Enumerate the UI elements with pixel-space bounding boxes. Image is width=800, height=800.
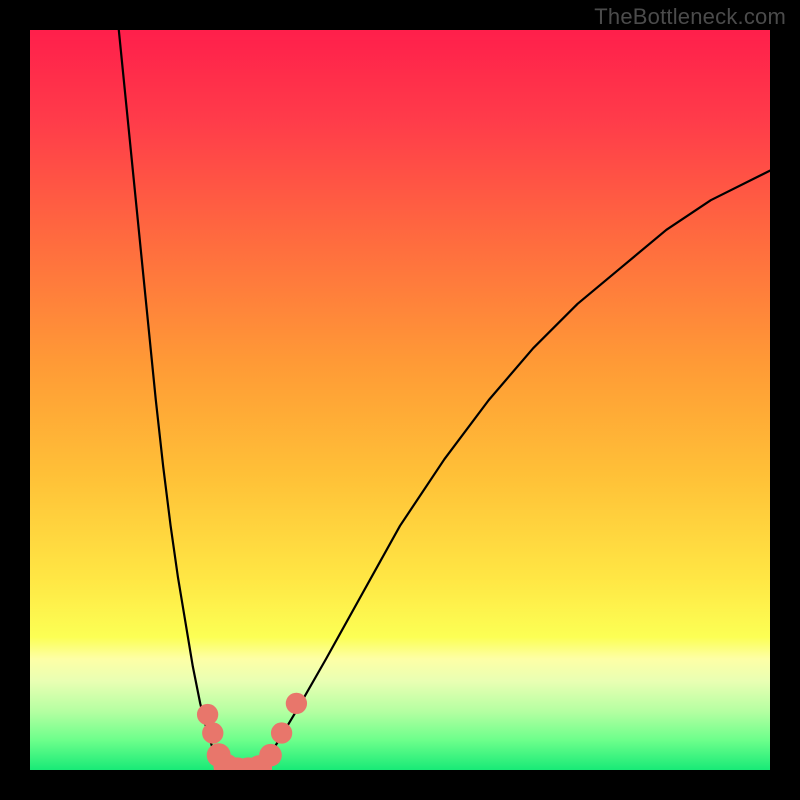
data-dot — [271, 722, 292, 743]
data-dot — [286, 693, 307, 714]
chart-frame: TheBottleneck.com — [0, 0, 800, 800]
watermark-text: TheBottleneck.com — [594, 4, 786, 30]
data-dot — [202, 722, 223, 743]
chart-svg — [30, 30, 770, 770]
gradient-background — [30, 30, 770, 770]
plot-area — [30, 30, 770, 770]
data-dot — [259, 744, 282, 767]
data-dot — [197, 704, 218, 725]
